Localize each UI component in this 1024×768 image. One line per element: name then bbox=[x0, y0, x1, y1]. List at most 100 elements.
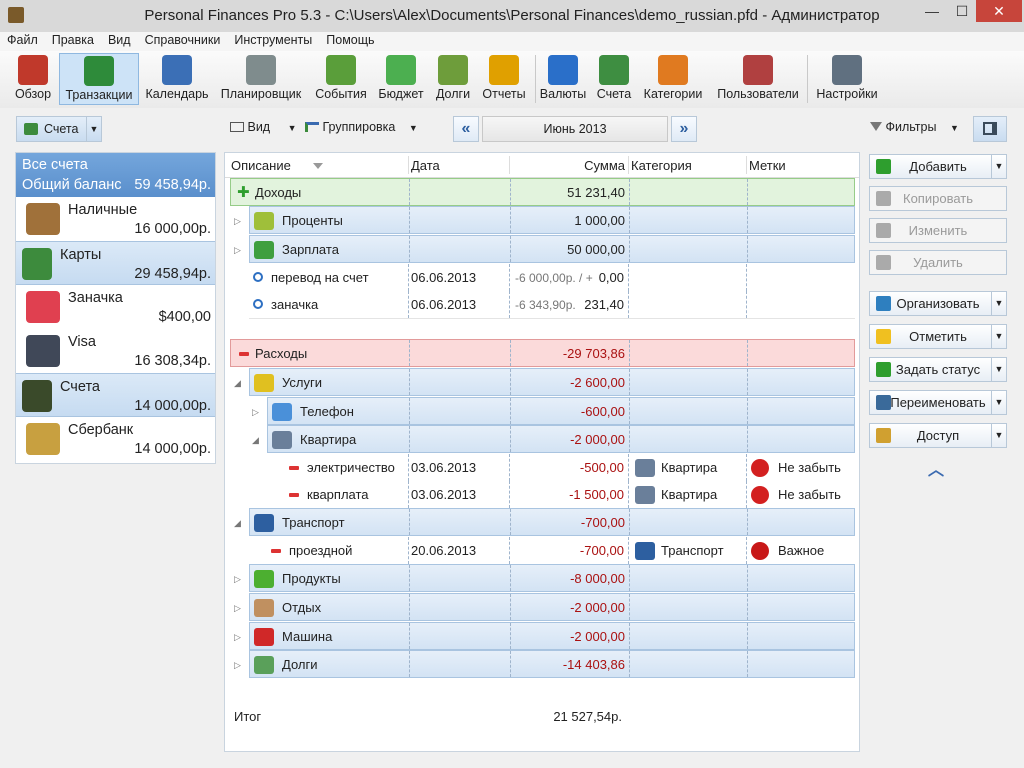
expander-icon[interactable]: ▷ bbox=[234, 651, 244, 679]
column-divider bbox=[629, 179, 630, 205]
toolbar-button-label: Счета bbox=[596, 87, 632, 101]
account-item[interactable]: Visa 16 308,34р. bbox=[16, 329, 215, 373]
column-header[interactable]: Сумма bbox=[525, 158, 625, 173]
column-divider bbox=[747, 236, 748, 262]
menu-item[interactable]: Правка bbox=[45, 32, 101, 47]
expander-icon[interactable]: ▷ bbox=[252, 398, 262, 426]
grid-row[interactable]: ▷ Отдых -2 000,00 bbox=[234, 593, 855, 621]
column-divider bbox=[408, 454, 409, 481]
column-header[interactable]: Описание bbox=[231, 158, 291, 173]
menu-item[interactable]: Инструменты bbox=[227, 32, 319, 47]
grid-row[interactable]: ▷ Продукты -8 000,00 bbox=[234, 564, 855, 592]
chevron-down-icon[interactable]: ▼ bbox=[991, 424, 1006, 447]
chevron-down-icon[interactable]: ▼ bbox=[991, 292, 1006, 315]
chevron-down-icon[interactable]: ▼ bbox=[991, 155, 1006, 178]
filters-dropdown[interactable]: Фильтры ▼ bbox=[870, 120, 959, 134]
action-button[interactable]: Отметить ▼ bbox=[869, 324, 1007, 349]
expander-icon[interactable]: ◢ bbox=[234, 369, 244, 397]
chevron-down-icon[interactable]: ▼ bbox=[991, 358, 1006, 381]
expander-icon[interactable]: ◢ bbox=[234, 509, 244, 537]
toolbar-button[interactable]: Пользователи bbox=[711, 53, 805, 105]
row-description: электричество bbox=[307, 460, 395, 475]
action-icon bbox=[876, 296, 891, 311]
grid-row[interactable]: электричество 03.06.2013 Квартира Не забыть… bbox=[285, 454, 855, 482]
grid-row[interactable]: ▷ Зарплата 50 000,00 bbox=[234, 235, 855, 263]
view-dropdown[interactable]: Вид ▼ bbox=[230, 120, 297, 134]
toolbar-button[interactable]: Бюджет bbox=[376, 53, 426, 105]
grid-row[interactable]: ▷ Телефон -600,00 bbox=[252, 397, 855, 425]
action-label: Изменить bbox=[908, 223, 968, 238]
toolbar-button[interactable]: Календарь bbox=[140, 53, 214, 105]
menu-item[interactable]: Помощь bbox=[319, 32, 381, 47]
action-button[interactable]: Организовать ▼ bbox=[869, 291, 1007, 316]
action-button[interactable]: Добавить ▼ bbox=[869, 154, 1007, 179]
expander-icon[interactable]: ▷ bbox=[234, 236, 244, 264]
toolbar-button[interactable]: Транзакции bbox=[59, 53, 139, 105]
toolbar-button-label: Транзакции bbox=[65, 88, 133, 102]
grid-row[interactable]: Расходы -29 703,86 bbox=[230, 339, 855, 367]
minimize-button[interactable]: — bbox=[917, 0, 947, 22]
toolbar-icon bbox=[386, 55, 416, 85]
toolbar-button[interactable]: События bbox=[312, 53, 370, 105]
account-item[interactable]: Счета 14 000,00р. bbox=[16, 373, 215, 417]
all-accounts-header[interactable]: Все счета Общий баланс 59 458,94р. bbox=[16, 153, 215, 197]
column-divider bbox=[409, 623, 410, 649]
account-item[interactable]: Карты 29 458,94р. bbox=[16, 241, 215, 285]
column-header[interactable]: Категория bbox=[631, 158, 692, 173]
toolbar-button[interactable]: Настройки bbox=[812, 53, 882, 105]
chevron-down-icon[interactable]: ▼ bbox=[991, 325, 1006, 348]
grid-row[interactable]: ◢ Транспорт -700,00 bbox=[234, 508, 855, 536]
action-button[interactable]: Доступ ▼ bbox=[869, 423, 1007, 448]
menu-item[interactable]: Файл bbox=[0, 32, 45, 47]
grid-row[interactable]: ▷ Проценты 1 000,00 bbox=[234, 206, 855, 234]
close-button[interactable]: ✕ bbox=[976, 0, 1022, 22]
grid-row[interactable]: ▷ Долги -14 403,86 bbox=[234, 650, 855, 678]
side-panel-toggle-button[interactable] bbox=[973, 116, 1007, 142]
row-category: Транспорт bbox=[661, 543, 724, 558]
column-header[interactable]: Метки bbox=[749, 158, 786, 173]
action-button[interactable]: Переименовать ▼ bbox=[869, 390, 1007, 415]
expander-icon[interactable]: ▷ bbox=[234, 207, 244, 235]
grid-row[interactable]: ◢ Квартира -2 000,00 bbox=[252, 425, 855, 453]
maximize-button[interactable]: ☐ bbox=[947, 0, 977, 22]
action-button[interactable]: Задать статус ▼ bbox=[869, 357, 1007, 382]
action-button[interactable]: Изменить bbox=[869, 218, 1007, 243]
toolbar-button[interactable]: Категории bbox=[639, 53, 707, 105]
accounts-toggle-button[interactable]: Счета ▼ bbox=[16, 116, 102, 142]
expander-icon[interactable]: ◢ bbox=[252, 426, 262, 454]
action-button[interactable]: Копировать bbox=[869, 186, 1007, 211]
account-item[interactable]: Сбербанк 14 000,00р. bbox=[16, 417, 215, 461]
grouping-dropdown[interactable]: Группировка ▼ bbox=[305, 120, 418, 134]
toolbar-button[interactable]: Валюты bbox=[537, 53, 589, 105]
menu-item[interactable]: Вид bbox=[101, 32, 138, 47]
toolbar-button[interactable]: Обзор bbox=[10, 53, 56, 105]
column-divider bbox=[409, 426, 410, 452]
column-divider bbox=[409, 369, 410, 395]
grid-row[interactable]: проездной 20.06.2013 Транспорт Важное -700,0… bbox=[267, 537, 855, 565]
expander-icon[interactable]: ▷ bbox=[234, 623, 244, 651]
grid-row[interactable]: перевод на счет 06.06.2013 -6 000,00р. / +… bbox=[249, 264, 855, 292]
toolbar-button[interactable]: Долги bbox=[431, 53, 475, 105]
collapse-icon[interactable]: ︿ bbox=[928, 456, 944, 480]
total-balance-value: 59 458,94р. bbox=[134, 177, 211, 193]
grid-row[interactable]: заначка 06.06.2013 -6 343,90р. 231,40 bbox=[249, 291, 855, 319]
prev-period-button[interactable]: « bbox=[453, 116, 479, 142]
next-period-button[interactable]: » bbox=[671, 116, 697, 142]
expander-icon[interactable]: ▷ bbox=[234, 594, 244, 622]
chevron-down-icon[interactable]: ▼ bbox=[86, 117, 101, 141]
toolbar-button[interactable]: Счета bbox=[594, 53, 634, 105]
account-item[interactable]: Заначка $400,00 bbox=[16, 285, 215, 329]
menu-item[interactable]: Справочники bbox=[138, 32, 228, 47]
action-button[interactable]: Удалить bbox=[869, 250, 1007, 275]
action-label: Удалить bbox=[913, 255, 963, 270]
grid-row[interactable]: ◢ Услуги -2 600,00 bbox=[234, 368, 855, 396]
account-item[interactable]: Наличные 16 000,00р. bbox=[16, 197, 215, 241]
grid-row[interactable]: кварплата 03.06.2013 Квартира Не забыть -1 5… bbox=[285, 481, 855, 509]
toolbar-button[interactable]: Отчеты bbox=[479, 53, 529, 105]
toolbar-button[interactable]: Планировщик bbox=[217, 53, 305, 105]
grid-row[interactable]: ✚ Доходы 51 231,40 bbox=[230, 178, 855, 206]
expander-icon[interactable]: ▷ bbox=[234, 565, 244, 593]
chevron-down-icon[interactable]: ▼ bbox=[991, 391, 1006, 414]
column-header[interactable]: Дата bbox=[411, 158, 440, 173]
grid-row[interactable]: ▷ Машина -2 000,00 bbox=[234, 622, 855, 650]
